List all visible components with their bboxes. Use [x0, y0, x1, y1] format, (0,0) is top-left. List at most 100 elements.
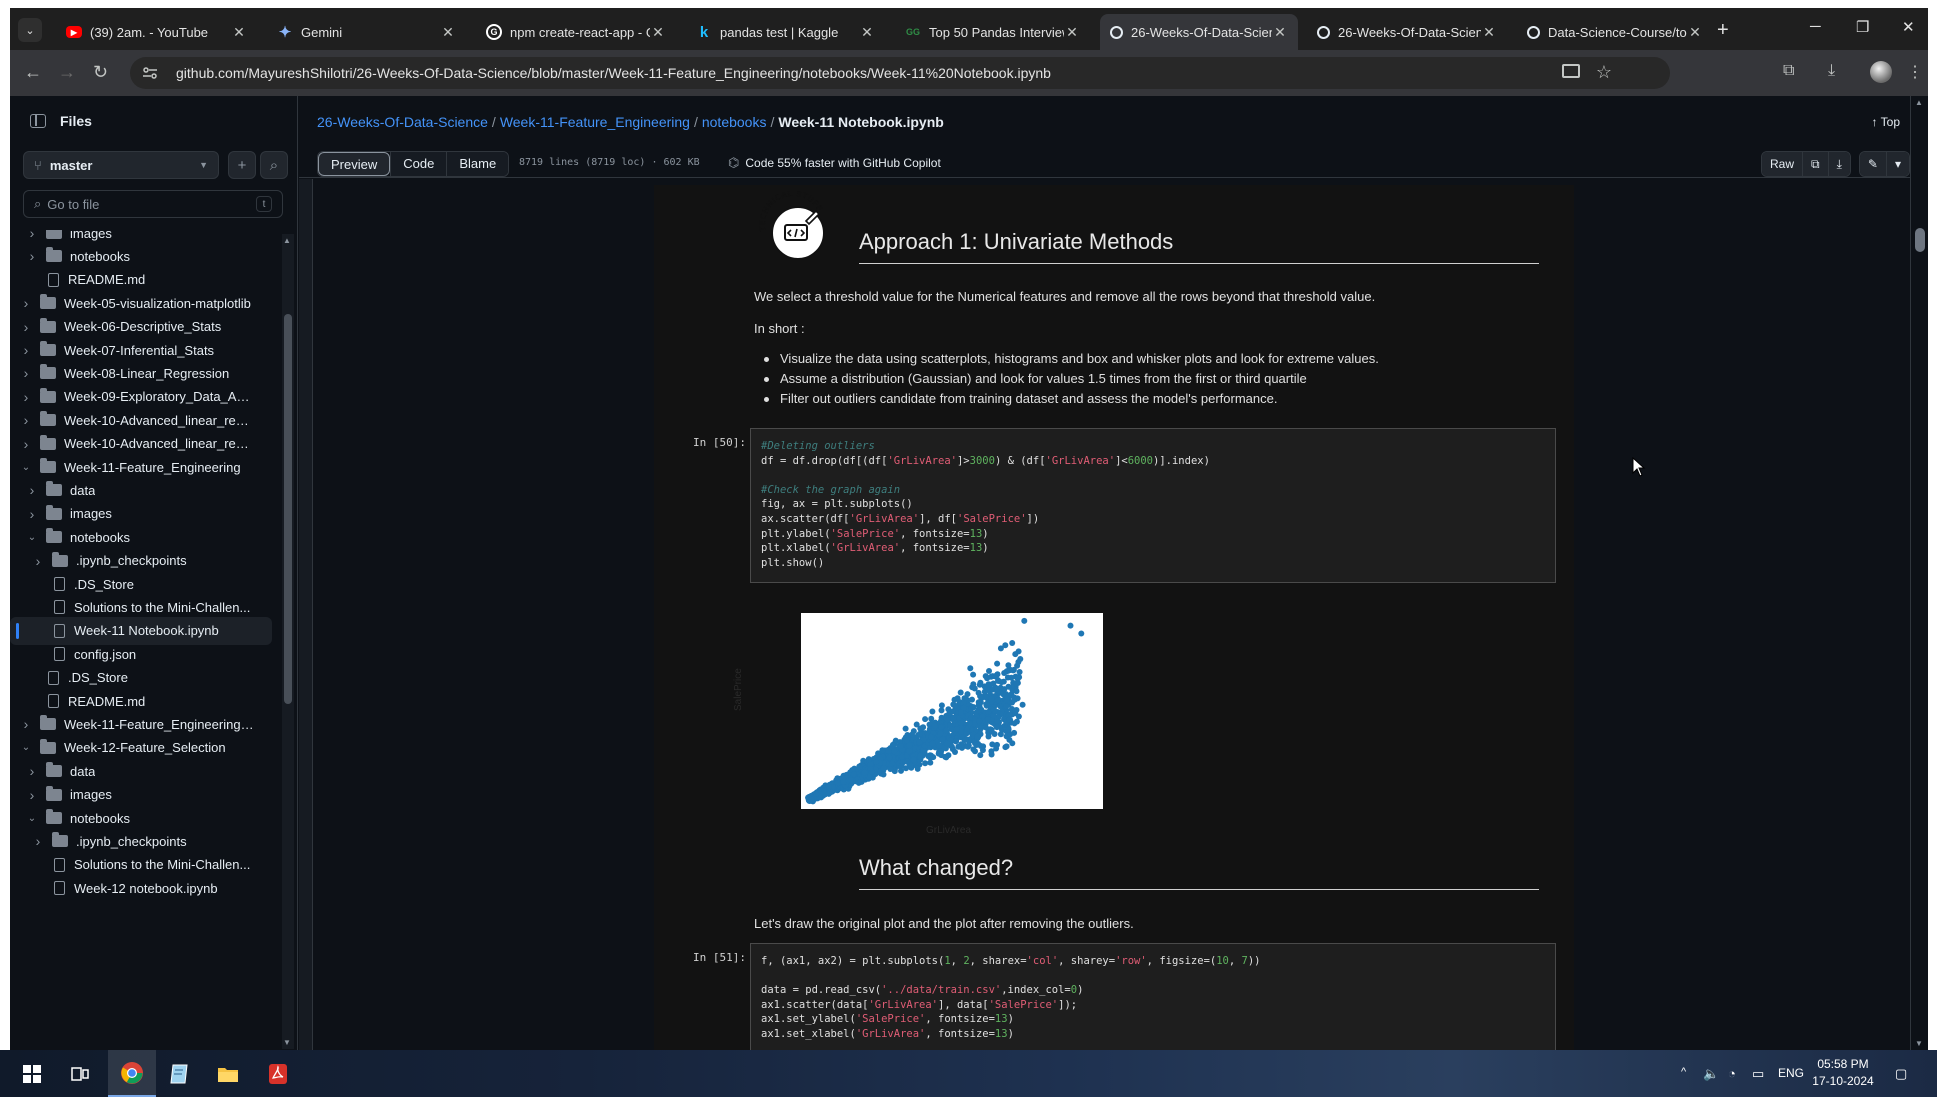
volume-icon[interactable]: 🔈: [1703, 1066, 1719, 1082]
browser-tab[interactable]: ▶ (39) 2am. - YouTube ✕: [56, 14, 257, 50]
notepad-taskbar-icon[interactable]: [156, 1050, 204, 1097]
install-app-icon[interactable]: [1562, 64, 1580, 78]
tab-preview[interactable]: Preview: [318, 152, 391, 176]
copy-icon[interactable]: ⧉: [1802, 152, 1828, 176]
tab-close-icon[interactable]: ✕: [1481, 24, 1497, 41]
go-to-file-field[interactable]: ⌕ t: [23, 190, 283, 218]
bookmark-star-icon[interactable]: ☆: [1596, 62, 1612, 83]
chevron-right-icon[interactable]: ›: [18, 342, 34, 358]
tree-file[interactable]: ›Week-12 notebook.ipynb: [10, 874, 272, 902]
chevron-right-icon[interactable]: ›: [24, 482, 40, 498]
tab-blame[interactable]: Blame: [446, 152, 509, 176]
tab-search-button[interactable]: ⌄: [18, 18, 42, 42]
chevron-down-icon[interactable]: ⌄: [18, 462, 34, 473]
file-explorer-taskbar-icon[interactable]: [204, 1050, 252, 1097]
chevron-right-icon[interactable]: ›: [24, 230, 40, 241]
chevron-right-icon[interactable]: ›: [24, 248, 40, 264]
copilot-promo[interactable]: ⌬ Code 55% faster with GitHub Copilot: [728, 155, 941, 171]
raw-button[interactable]: Raw: [1762, 152, 1803, 176]
browser-tab[interactable]: Gnpm create-react-app - G ✕: [476, 14, 676, 50]
page-scroll-up-icon[interactable]: ▲: [1915, 98, 1923, 107]
battery-icon[interactable]: ▭: [1752, 1066, 1764, 1082]
tab-close-icon[interactable]: ✕: [650, 24, 666, 41]
back-icon[interactable]: ←: [24, 62, 42, 82]
chevron-right-icon[interactable]: ›: [30, 833, 46, 849]
browser-tab[interactable]: ✦ Gemini ✕: [267, 14, 466, 50]
chevron-right-icon[interactable]: ›: [18, 319, 34, 335]
reload-icon[interactable]: ↻: [93, 62, 108, 82]
go-to-file-input[interactable]: [47, 196, 256, 212]
collapse-panel-icon[interactable]: [30, 114, 46, 128]
address-bar[interactable]: github.com/MayureshShilotri/26-Weeks-Of-…: [130, 57, 1670, 89]
breadcrumb-subfolder[interactable]: notebooks: [702, 114, 767, 130]
forward-icon[interactable]: →: [58, 62, 76, 82]
breadcrumb-repo[interactable]: 26-Weeks-Of-Data-Science: [317, 114, 488, 130]
branch-selector[interactable]: ⑂ master ▼: [23, 151, 219, 179]
chevron-right-icon[interactable]: ›: [24, 787, 40, 803]
chevron-right-icon[interactable]: ›: [18, 716, 34, 732]
download-icon[interactable]: ⤓: [1827, 152, 1850, 176]
code-cell-50[interactable]: #Deleting outliers df = df.drop(df[(df['…: [750, 428, 1556, 583]
chevron-down-icon[interactable]: ⌄: [24, 813, 40, 824]
site-info-icon[interactable]: [142, 65, 158, 81]
scroll-up-icon[interactable]: ▲: [283, 236, 291, 245]
language-indicator[interactable]: ENG: [1778, 1066, 1804, 1080]
add-file-button[interactable]: +: [228, 151, 256, 179]
code-cell-51[interactable]: f, (ax1, ax2) = plt.subplots(1, 2, share…: [750, 943, 1556, 1050]
chevron-right-icon[interactable]: ›: [18, 436, 34, 452]
data-point: [927, 752, 934, 759]
acrobat-taskbar-icon[interactable]: [254, 1050, 302, 1097]
chevron-right-icon[interactable]: ›: [18, 295, 34, 311]
scroll-thumb[interactable]: [284, 314, 292, 704]
top-button[interactable]: ↑ Top: [1872, 115, 1900, 129]
page-scroll-down-icon[interactable]: ▼: [1915, 1039, 1923, 1048]
chevron-right-icon[interactable]: ›: [18, 412, 34, 428]
chevron-right-icon[interactable]: ›: [18, 389, 34, 405]
window-close-icon[interactable]: ✕: [1902, 18, 1915, 36]
chevron-right-icon[interactable]: ›: [24, 506, 40, 522]
extensions-icon[interactable]: ⧉: [1783, 62, 1794, 80]
notifications-icon[interactable]: ▢: [1895, 1066, 1907, 1082]
downloads-icon[interactable]: ⤓: [1828, 62, 1835, 80]
page-scroll-thumb[interactable]: [1915, 228, 1925, 252]
tab-close-icon[interactable]: ✕: [1687, 24, 1703, 41]
browser-tab[interactable]: GG Top 50 Pandas Interview (✕: [895, 14, 1090, 50]
data-point: [950, 715, 957, 722]
tab-code[interactable]: Code: [390, 152, 447, 176]
tab-close-icon[interactable]: ✕: [440, 24, 456, 41]
more-options-caret-icon[interactable]: ▾: [1885, 152, 1909, 176]
tab-close-icon[interactable]: ✕: [859, 24, 875, 41]
edit-pencil-icon[interactable]: ✎: [1859, 152, 1886, 176]
chevron-down-icon[interactable]: ⌄: [24, 532, 40, 543]
chevron-right-icon[interactable]: ›: [18, 365, 34, 381]
minimize-icon[interactable]: ─: [1810, 18, 1821, 35]
tab-close-icon[interactable]: ✕: [1064, 24, 1080, 41]
chevron-right-icon[interactable]: ›: [24, 763, 40, 779]
file-tree-scrollbar[interactable]: ▲ ▼: [282, 234, 294, 1049]
breadcrumb-folder[interactable]: Week-11-Feature_Engineering: [500, 114, 690, 130]
show-hidden-icons[interactable]: ^: [1681, 1066, 1686, 1078]
chevron-right-icon[interactable]: ›: [30, 553, 46, 569]
profile-avatar[interactable]: [1870, 61, 1892, 83]
browser-tab[interactable]: k pandas test | Kaggle ✕: [686, 14, 885, 50]
network-icon[interactable]: ◔: [1728, 1066, 1736, 1081]
browser-tab[interactable]: Data-Science-Course/top ✕: [1517, 14, 1713, 50]
task-view-icon[interactable]: [56, 1050, 104, 1097]
search-files-button[interactable]: ⌕: [260, 151, 288, 179]
browser-tab[interactable]: 26-Weeks-Of-Data-Scienc ✕: [1307, 14, 1507, 50]
chrome-menu-icon[interactable]: ⋮: [1907, 62, 1923, 82]
chrome-taskbar-icon[interactable]: [108, 1050, 156, 1097]
clock[interactable]: 05:58 PM 17-10-2024: [1808, 1056, 1878, 1090]
data-point: [1006, 736, 1013, 743]
windows-start-icon[interactable]: [8, 1050, 56, 1097]
new-tab-button[interactable]: +: [1717, 20, 1729, 40]
chevron-down-icon[interactable]: ⌄: [18, 742, 34, 753]
tab-close-icon[interactable]: ✕: [1272, 24, 1288, 41]
scroll-down-icon[interactable]: ▼: [283, 1038, 291, 1047]
tab-close-icon[interactable]: ✕: [231, 24, 247, 41]
page-scrollbar[interactable]: ▲ ▼: [1910, 96, 1928, 1050]
tab-title: 26-Weeks-Of-Data-Scienc: [1338, 24, 1481, 40]
data-point: [944, 740, 951, 747]
browser-tab[interactable]: 26-Weeks-Of-Data-Scienc ✕: [1100, 14, 1298, 50]
restore-icon[interactable]: ❐: [1856, 18, 1869, 36]
